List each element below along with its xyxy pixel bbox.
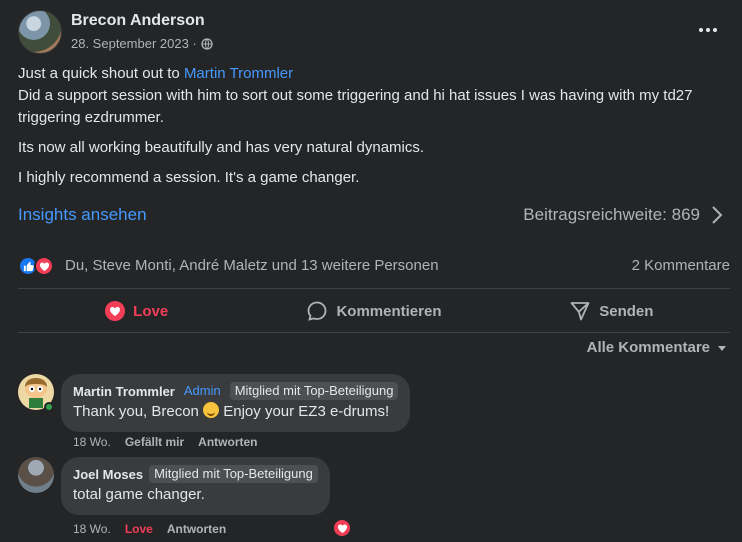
smile-emoji bbox=[203, 402, 220, 418]
action-bar: Love Kommentieren Senden bbox=[18, 290, 730, 332]
divider bbox=[18, 288, 730, 289]
post-paragraph-3: I highly recommend a session. It's a gam… bbox=[18, 169, 360, 186]
send-icon bbox=[570, 302, 590, 321]
post-paragraph-1: Just a quick shout out to Martin Trommle… bbox=[18, 65, 693, 126]
comment-time[interactable]: 18 Wo. bbox=[73, 522, 111, 536]
globe-icon bbox=[201, 37, 213, 50]
post-paragraph-2: Its now all working beautifully and has … bbox=[18, 139, 425, 156]
chevron-right-icon[interactable] bbox=[708, 204, 726, 226]
comment-actions: 18 Wo. Love Antworten bbox=[73, 522, 226, 536]
love-button[interactable]: Love bbox=[18, 290, 255, 332]
reply-button[interactable]: Antworten bbox=[167, 522, 226, 536]
post-body: Just a quick shout out to Martin Trommle… bbox=[18, 63, 733, 197]
commenter-avatar[interactable] bbox=[18, 457, 54, 493]
love-comment-button[interactable]: Love bbox=[125, 522, 153, 536]
divider bbox=[18, 332, 730, 333]
like-comment-button[interactable]: Gefällt mir bbox=[125, 435, 184, 449]
comment-actions: 18 Wo. Gefällt mir Antworten bbox=[73, 435, 258, 449]
send-button[interactable]: Senden bbox=[493, 290, 730, 332]
online-status-dot bbox=[44, 402, 54, 412]
comment-bubble: Martin Trommler Admin Mitglied mit Top-B… bbox=[61, 374, 411, 432]
comment-item: Martin Trommler Admin Mitglied mit Top-B… bbox=[18, 374, 730, 454]
reply-button[interactable]: Antworten bbox=[198, 435, 257, 449]
heart-icon bbox=[105, 301, 126, 321]
comment-count[interactable]: 2 Kommentare bbox=[632, 257, 730, 274]
mention-link[interactable]: Martin Trommler bbox=[184, 65, 293, 82]
comment-item: Joel Moses Mitglied mit Top-Beteiligung … bbox=[18, 457, 730, 542]
insights-link[interactable]: Insights ansehen bbox=[18, 205, 147, 225]
comment-time[interactable]: 18 Wo. bbox=[73, 435, 111, 449]
comment-sort-dropdown[interactable]: Alle Kommentare bbox=[587, 339, 728, 356]
comment-love-reaction-icon[interactable] bbox=[332, 518, 352, 538]
author-name[interactable]: Brecon Anderson bbox=[71, 12, 205, 30]
reactions-summary: Du, Steve Monti, André Maletz und 13 wei… bbox=[18, 254, 730, 278]
comment-icon bbox=[308, 301, 327, 321]
chevron-down-icon bbox=[718, 345, 726, 351]
post-reach[interactable]: Beitragsreichweite: 869 bbox=[523, 205, 700, 225]
post-date[interactable]: 28. September 2023 · bbox=[71, 36, 197, 51]
top-member-badge[interactable]: Mitglied mit Top-Beteiligung bbox=[149, 465, 318, 483]
top-member-badge[interactable]: Mitglied mit Top-Beteiligung bbox=[229, 382, 399, 400]
comment-text: total game changer. bbox=[73, 486, 205, 503]
comment-bubble: Joel Moses Mitglied mit Top-Beteiligung … bbox=[61, 457, 330, 515]
commenter-name[interactable]: Martin Trommler bbox=[73, 384, 175, 399]
reaction-names[interactable]: Du, Steve Monti, André Maletz und 13 wei… bbox=[65, 257, 439, 274]
reaction-icons[interactable] bbox=[18, 256, 54, 276]
post-meta: 28. September 2023 · bbox=[71, 36, 213, 51]
love-reaction-icon bbox=[34, 256, 54, 276]
comment-text: Thank you, Brecon Enjoy your EZ3 e-drums… bbox=[73, 402, 390, 420]
commenter-name[interactable]: Joel Moses bbox=[73, 467, 143, 482]
admin-badge: Admin bbox=[183, 383, 221, 398]
more-icon bbox=[699, 28, 703, 32]
more-options-button[interactable] bbox=[696, 20, 720, 40]
comment-button[interactable]: Kommentieren bbox=[255, 290, 492, 332]
post-header: Brecon Anderson 28. September 2023 · bbox=[18, 8, 724, 54]
insights-row: Insights ansehen Beitragsreichweite: 869 bbox=[18, 202, 730, 228]
author-avatar[interactable] bbox=[18, 10, 62, 54]
